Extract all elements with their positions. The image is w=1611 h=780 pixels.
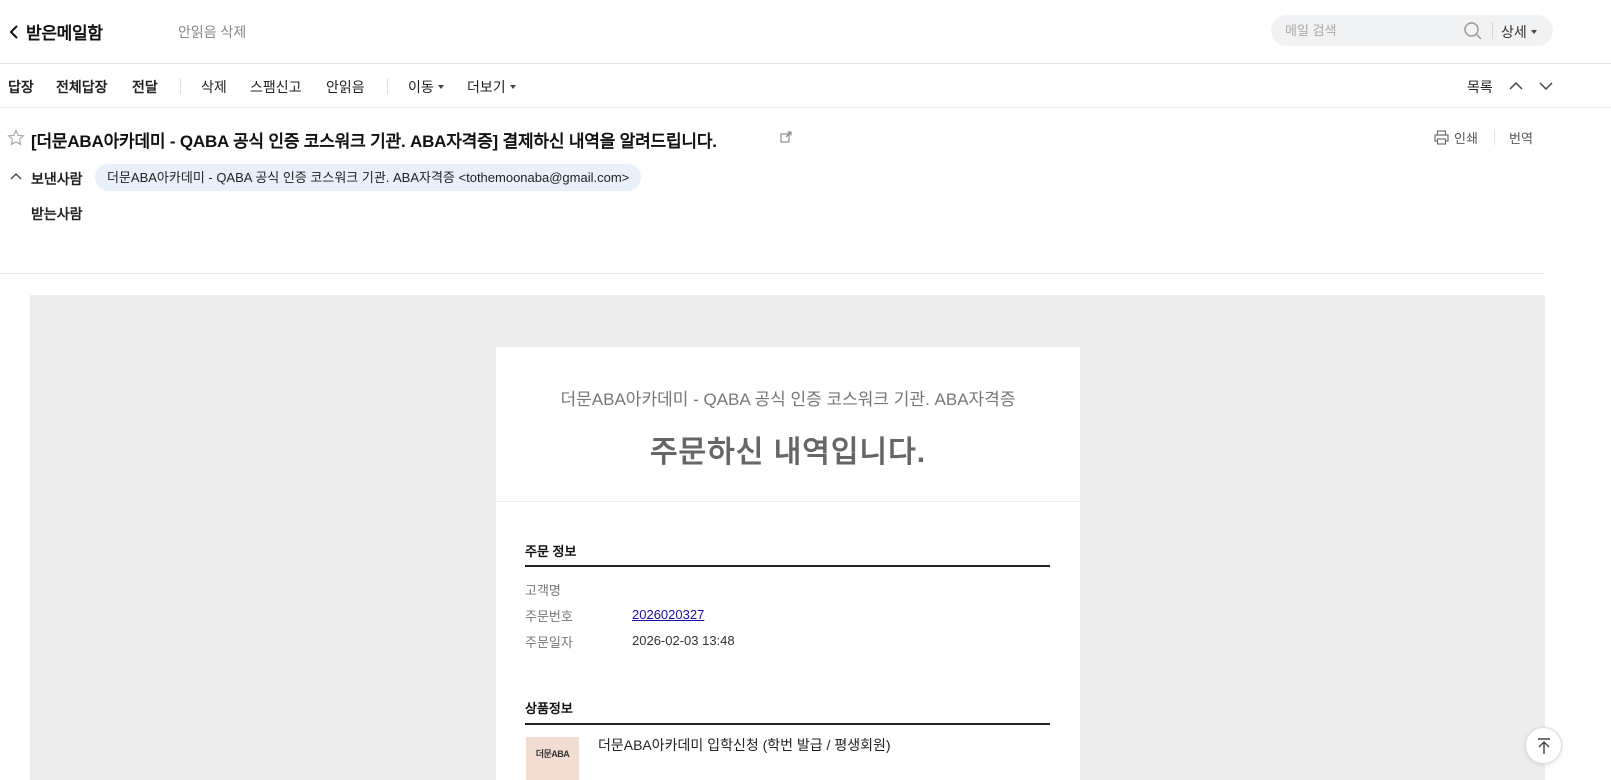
order-receipt-card: 더문ABA아카데미 - QABA 공식 인증 코스워크 기관. ABA자격증 주… [496,347,1080,780]
order-date-label: 주문일자 [525,635,573,650]
search-icon[interactable] [1463,21,1483,41]
move-label: 이동 [408,79,434,95]
mark-unread-button[interactable]: 안읽음 [326,77,365,97]
card-divider [496,501,1080,502]
chevron-down-icon[interactable] [1538,78,1554,94]
caret-down-icon [509,85,516,89]
to-label: 받는사람 [31,206,83,222]
arrow-up-icon [1538,738,1550,754]
print-button[interactable]: 인쇄 [1434,128,1478,147]
move-dropdown[interactable]: 이동 [408,77,444,97]
brand-name: 더문ABA아카데미 - QABA 공식 인증 코스워크 기관. ABA자격증 [560,390,1016,409]
search-input[interactable] [1285,21,1445,40]
receipt-headline: 주문하신 내역입니다. [649,436,927,469]
mail-search-box: 상세 [1271,15,1553,46]
search-divider [1492,22,1493,39]
reply-all-button[interactable]: 전체답장 [56,77,108,97]
mail-subject: [더문ABA아카데미 - QABA 공식 인증 코스워크 기관. ABA자격증]… [31,132,717,151]
customer-name-label: 고객명 [525,583,561,598]
header-action-divider [1494,129,1495,145]
section-rule [525,723,1050,725]
more-dropdown[interactable]: 더보기 [467,77,516,97]
product-thumbnail: 더문ABA [526,737,579,780]
header-divider [0,273,1545,274]
chevron-left-icon [9,24,18,39]
sender-address-chip[interactable]: 더문ABA아카데미 - QABA 공식 인증 코스워크 기관. ABA자격증 <… [95,164,642,191]
mail-toolbar: 답장 전체답장 전달 삭제 스팸신고 안읽음 이동 더보기 목록 [0,64,1611,108]
reply-button[interactable]: 답장 [8,77,34,97]
caret-down-icon [437,85,444,89]
order-date-value: 2026-02-03 13:48 [632,633,735,648]
from-label: 보낸사람 [31,171,83,187]
top-header: 받은메일함 안읽음 삭제 상세 [0,0,1611,64]
mailbox-title: 받은메일함 [26,24,103,43]
section-rule [525,565,1050,567]
caret-down-icon [1530,30,1537,34]
collapse-recipients-icon[interactable] [10,171,22,181]
scroll-to-top-button[interactable] [1525,727,1562,764]
print-label: 인쇄 [1454,131,1478,146]
toolbar-divider [387,78,388,94]
forward-button[interactable]: 전달 [132,77,158,97]
back-to-inbox-button[interactable]: 받은메일함 [8,19,103,44]
product-name: 더문ABA아카데미 입학신청 (학번 발급 / 평생회원) [598,737,891,753]
delete-button[interactable]: 삭제 [201,77,227,97]
star-icon[interactable] [7,129,25,147]
list-button[interactable]: 목록 [1467,77,1493,97]
chevron-up-icon[interactable] [1508,78,1524,94]
report-spam-button[interactable]: 스팸신고 [250,77,302,97]
external-link-icon[interactable] [780,131,792,143]
search-detail-button[interactable]: 상세 [1501,22,1537,42]
delete-unread-button[interactable]: 안읽음 삭제 [178,22,246,42]
more-label: 더보기 [467,79,506,95]
product-thumbnail-text: 더문ABA [535,749,570,759]
toolbar-divider [180,78,181,94]
translate-button[interactable]: 번역 [1509,128,1533,147]
order-number-link[interactable]: 2026020327 [632,607,704,622]
order-info-title: 주문 정보 [525,544,577,559]
order-number-label: 주문번호 [525,609,573,624]
printer-icon [1434,130,1449,145]
product-info-title: 상품정보 [525,701,573,716]
search-detail-label: 상세 [1501,24,1527,40]
